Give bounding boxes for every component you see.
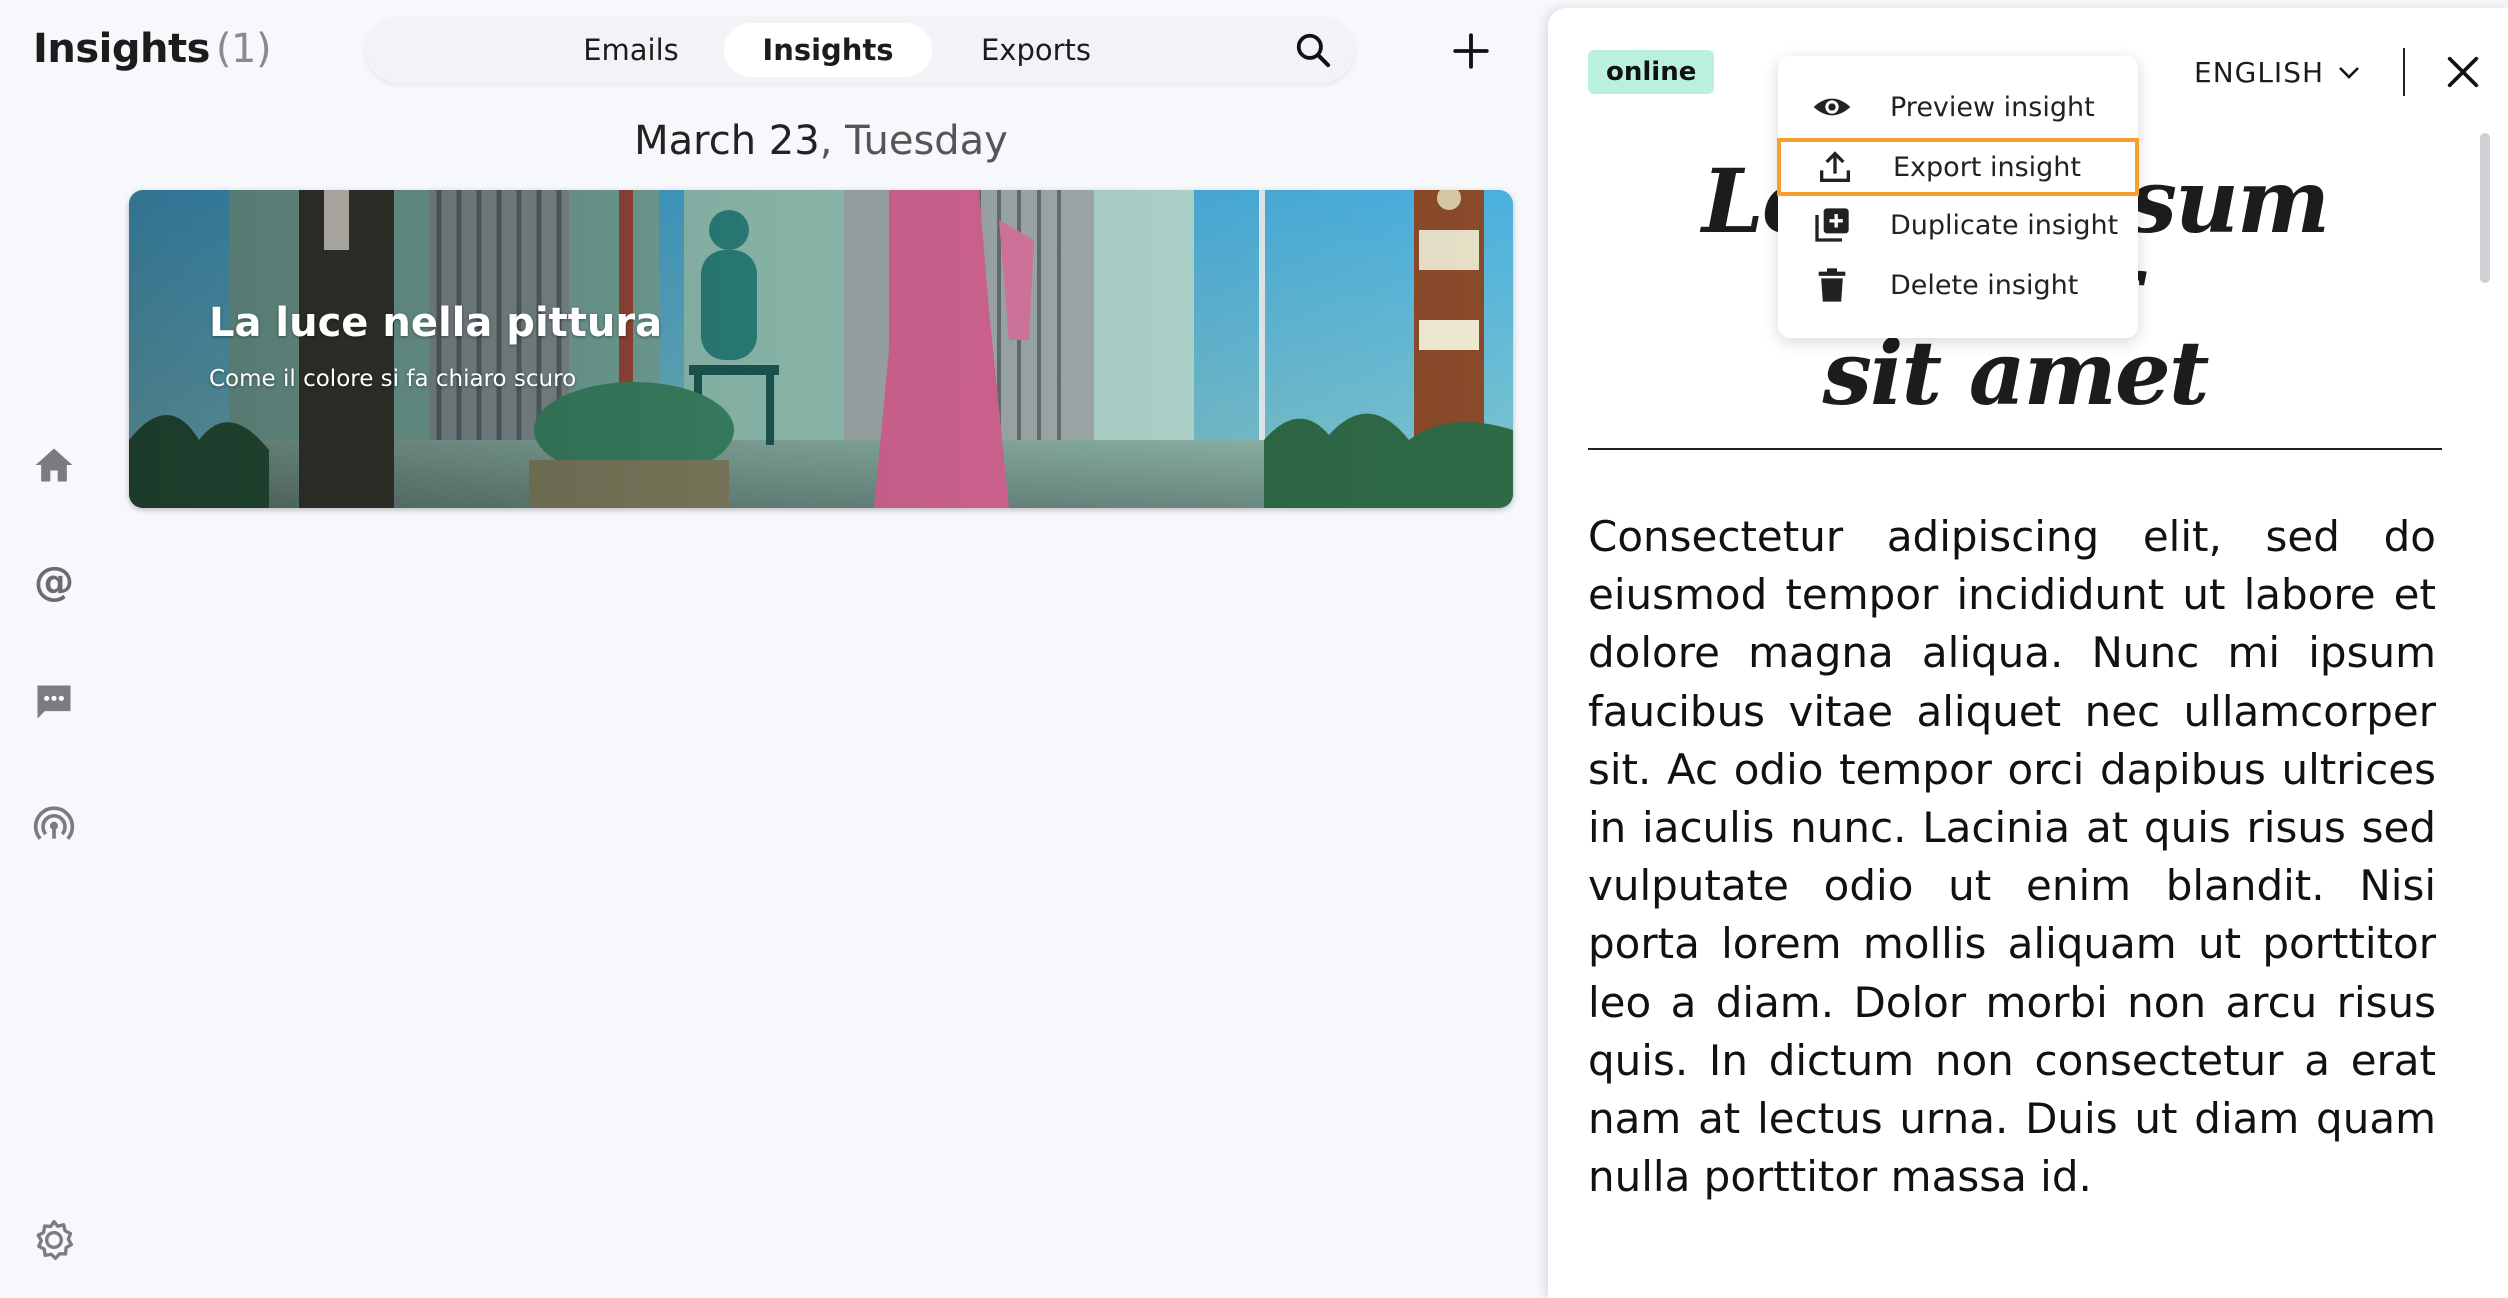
document-body: Consectetur adipiscing elit, sed do eius…	[1588, 512, 2436, 1202]
menu-item-label: Delete insight	[1890, 269, 2079, 301]
page-title: Insights (1)	[33, 26, 272, 72]
insight-context-menu: Preview insight Export insight Duplicate…	[1777, 56, 2139, 338]
trash-icon	[1812, 265, 1852, 305]
menu-item-label: Duplicate insight	[1890, 209, 2119, 241]
scrollbar-thumb[interactable]	[2480, 133, 2490, 283]
date-text: March 23	[634, 118, 820, 164]
card-title: La luce nella pittura	[209, 300, 663, 346]
language-label: ENGLISH	[2194, 56, 2325, 89]
menu-item-label: Export insight	[1893, 151, 2081, 183]
page-title-text: Insights	[33, 26, 210, 72]
tab-exports[interactable]: Exports	[936, 23, 1136, 77]
close-icon[interactable]	[2443, 52, 2483, 92]
menu-item-preview-insight[interactable]: Preview insight	[1778, 78, 2138, 136]
insight-card[interactable]: La luce nella pittura Come il colore si …	[129, 190, 1513, 508]
plus-icon[interactable]	[1450, 30, 1492, 72]
status-badge: online	[1588, 50, 1715, 94]
tab-emails[interactable]: Emails	[536, 23, 726, 77]
tab-bar: Emails Insights Exports	[366, 17, 1354, 83]
menu-item-label: Preview insight	[1890, 91, 2095, 123]
at-sign-icon[interactable]: @	[30, 558, 78, 606]
title-divider	[1588, 448, 2442, 450]
card-subtitle: Come il colore si fa chiaro scuro	[209, 366, 577, 392]
upload-icon	[1815, 147, 1855, 187]
svg-text:@: @	[34, 560, 74, 604]
home-icon[interactable]	[30, 441, 78, 489]
eye-icon	[1812, 87, 1852, 127]
card-image	[129, 190, 1513, 508]
broadcast-icon[interactable]	[30, 800, 78, 848]
weekday-text: , Tuesday	[819, 118, 1008, 164]
divider	[2403, 48, 2405, 96]
insight-count: (1)	[215, 26, 272, 72]
menu-item-delete-insight[interactable]: Delete insight	[1778, 256, 2138, 314]
settings-icon[interactable]	[30, 1216, 78, 1264]
document-title-line2: sit amet	[1822, 321, 2209, 425]
language-selector[interactable]: ENGLISH	[2194, 56, 2360, 89]
tab-insights[interactable]: Insights	[724, 23, 932, 77]
menu-item-duplicate-insight[interactable]: Duplicate insight	[1778, 196, 2138, 254]
chevron-down-icon	[2339, 66, 2359, 79]
menu-item-export-insight[interactable]: Export insight	[1777, 138, 2139, 196]
feed-date: March 23, Tuesday	[0, 118, 1642, 164]
duplicate-icon	[1812, 205, 1852, 245]
chat-icon[interactable]	[30, 678, 78, 726]
search-icon[interactable]	[1294, 31, 1332, 69]
